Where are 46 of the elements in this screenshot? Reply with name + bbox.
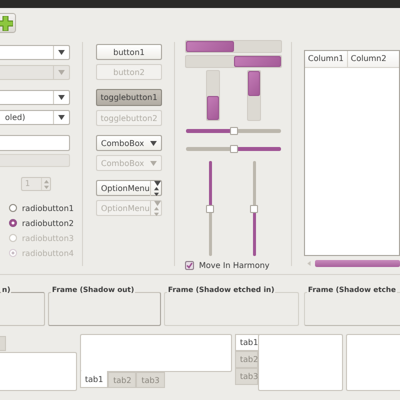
- combo-box[interactable]: ComboBox: [96, 135, 162, 151]
- add-button[interactable]: [0, 13, 16, 33]
- combo-box-entry[interactable]: oled): [0, 110, 70, 125]
- up-down-arrows-icon: [44, 180, 48, 188]
- dropdown-arrow-icon: [150, 160, 157, 166]
- slider[interactable]: [209, 161, 212, 256]
- notebook-page: [346, 334, 400, 391]
- dropdown-arrow-icon: [58, 70, 65, 75]
- dropdown-arrow-icon: [154, 200, 161, 206]
- radio-label: radiobutton3: [22, 234, 74, 242]
- radio-button[interactable]: radiobutton1: [9, 203, 74, 213]
- dropdown-arrow-icon: [58, 115, 65, 120]
- checkbox-box[interactable]: [185, 261, 194, 270]
- slider-thumb[interactable]: [230, 145, 238, 153]
- slider[interactable]: [252, 161, 256, 256]
- combo-box-entry[interactable]: [0, 45, 70, 60]
- dropdown-arrow-icon: [58, 50, 65, 55]
- slider-thumb[interactable]: [206, 204, 214, 212]
- up-down-arrows-icon: [154, 186, 159, 196]
- slider[interactable]: [186, 147, 281, 151]
- checkbox[interactable]: Move In Harmony: [185, 261, 282, 270]
- button[interactable]: button1: [96, 44, 162, 60]
- dropdown-arrow-icon: [150, 140, 157, 146]
- dropdown-arrow-icon: [154, 180, 161, 186]
- check-icon: [186, 262, 193, 269]
- option-menu[interactable]: OptionMenu: [96, 180, 162, 196]
- slider[interactable]: [186, 129, 281, 133]
- dropdown-arrow-icon: [58, 95, 65, 100]
- radio-circle[interactable]: [9, 219, 17, 227]
- radio-circle[interactable]: [9, 204, 17, 212]
- text-entry[interactable]: [0, 135, 70, 151]
- slider-thumb[interactable]: [230, 127, 238, 135]
- radio-button[interactable]: radiobutton2: [9, 218, 74, 228]
- plus-icon: [0, 16, 12, 30]
- radio-label: radiobutton1: [22, 204, 74, 212]
- slider-thumb[interactable]: [250, 204, 258, 212]
- combo-box-entry[interactable]: [0, 90, 70, 105]
- column-header[interactable]: Column1: [305, 51, 348, 67]
- tab[interactable]: tab1: [80, 371, 108, 388]
- toggle-button[interactable]: togglebutton1: [96, 89, 162, 106]
- tab[interactable]: tab1: [235, 334, 259, 351]
- checkbox-label: Move In Harmony: [199, 261, 270, 270]
- column-header[interactable]: Column2: [348, 51, 390, 67]
- radio-label: radiobutton2: [22, 218, 74, 228]
- up-down-arrows-icon: [154, 206, 159, 216]
- radio-label: radiobutton4: [22, 248, 74, 258]
